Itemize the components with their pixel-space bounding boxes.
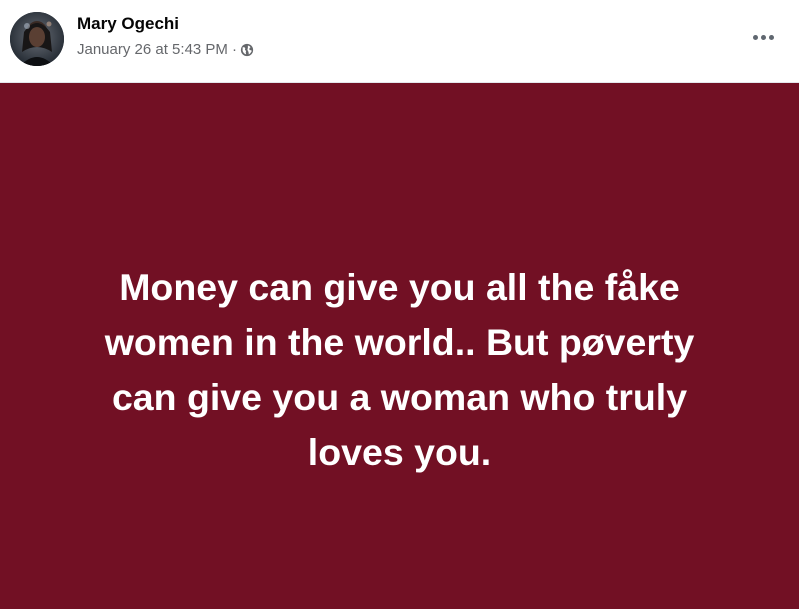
post-background-card: Money can give you all the fåke women in… (0, 82, 799, 609)
post-text-line: Money can give you all the fåke (119, 266, 680, 308)
post-header: Mary Ogechi January 26 at 5:43 PM · (0, 0, 799, 82)
globe-icon[interactable] (240, 43, 254, 57)
post-meta: January 26 at 5:43 PM · (77, 41, 254, 58)
more-options-button[interactable] (743, 22, 783, 52)
post-timestamp[interactable]: January 26 at 5:43 PM (77, 41, 228, 58)
author-name[interactable]: Mary Ogechi (77, 14, 179, 34)
more-horizontal-icon (751, 34, 775, 40)
avatar[interactable] (10, 12, 64, 66)
meta-separator: · (231, 41, 237, 58)
post-text: Money can give you all the fåke women in… (40, 260, 759, 480)
post-text-line: women in the world.. But pøverty (104, 321, 695, 363)
facebook-post: Mary Ogechi January 26 at 5:43 PM · Mone… (0, 0, 799, 609)
post-text-line: loves you. (307, 431, 492, 473)
post-text-line: can give you a woman who truly (111, 376, 688, 418)
